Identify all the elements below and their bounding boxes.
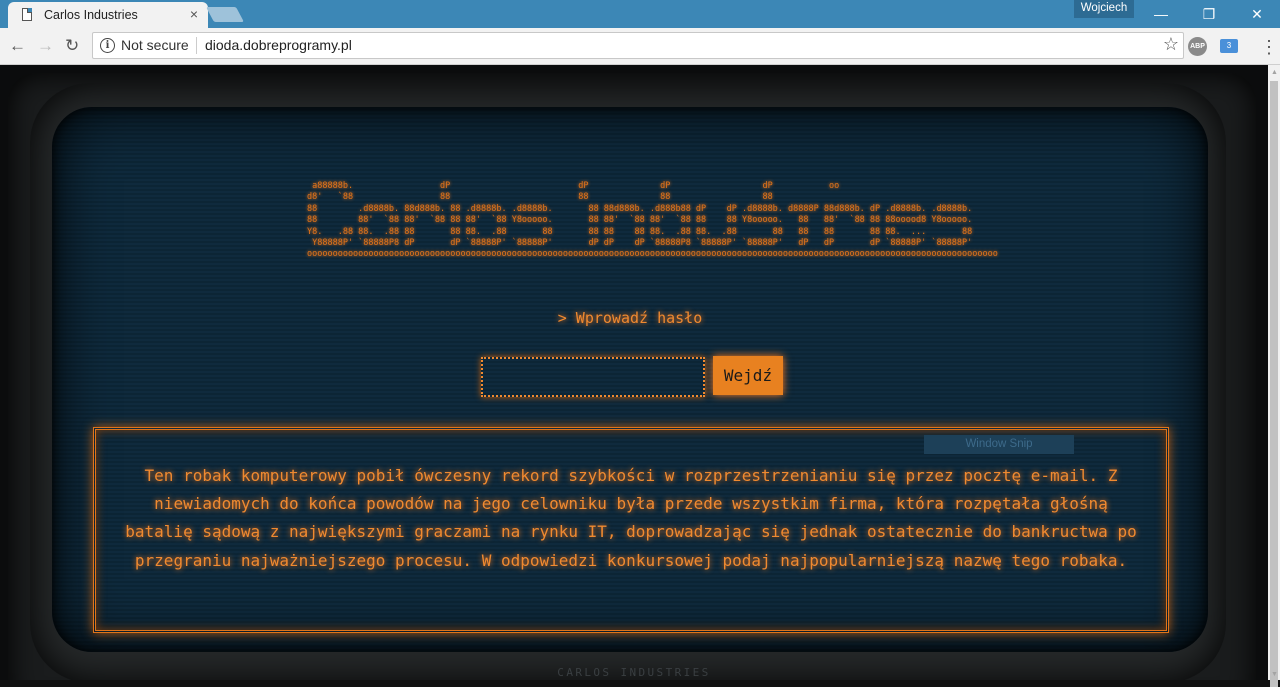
- restore-icon[interactable]: ❐: [1186, 2, 1232, 26]
- kebab-menu-icon[interactable]: ⋮: [1260, 37, 1278, 58]
- browser-toolbar: ← → ↻ i Not secure dioda.dobreprogramy.p…: [0, 28, 1280, 65]
- page-viewport: a88888b. dP dP dP dP oo d8' `88 88 88 88…: [0, 65, 1268, 680]
- minimize-icon[interactable]: —: [1138, 2, 1184, 26]
- reload-icon[interactable]: ↻: [65, 36, 79, 56]
- close-window-icon[interactable]: ✕: [1234, 2, 1280, 26]
- back-arrow-icon[interactable]: ←: [9, 36, 26, 56]
- tab-title: Carlos Industries: [44, 8, 138, 22]
- crt-screen: a88888b. dP dP dP dP oo d8' `88 88 88 88…: [52, 107, 1208, 652]
- footer-brand: CARLOS INDUSTRIES: [557, 666, 711, 679]
- scrollbar-thumb[interactable]: [1270, 81, 1278, 687]
- info-icon[interactable]: i: [100, 38, 115, 53]
- riddle-box: Window Snip Ten robak komputerowy pobił …: [93, 427, 1169, 633]
- security-label[interactable]: Not secure: [121, 37, 189, 53]
- enter-button[interactable]: Wejdź: [713, 356, 783, 395]
- scroll-up-icon[interactable]: ▲: [1271, 69, 1278, 76]
- divider: [196, 37, 197, 54]
- address-bar[interactable]: i Not secure dioda.dobreprogramy.pl ☆: [92, 32, 1184, 59]
- tab-carlos-industries[interactable]: Carlos Industries ×: [8, 2, 208, 28]
- password-prompt: > Wprowadź hasło: [557, 309, 703, 327]
- adblock-extension-icon[interactable]: ABP: [1188, 37, 1207, 56]
- page-icon: [22, 8, 32, 21]
- password-input[interactable]: [481, 357, 705, 397]
- star-icon[interactable]: ☆: [1163, 34, 1179, 55]
- riddle-text: Ten robak komputerowy pobił ówczesny rek…: [125, 466, 1137, 570]
- extension-icon[interactable]: 3: [1220, 39, 1238, 53]
- profile-badge[interactable]: Wojciech: [1074, 0, 1134, 18]
- page-scrollbar[interactable]: ▲ ▼: [1268, 65, 1280, 687]
- window-snip-overlay: Window Snip: [924, 435, 1074, 454]
- scroll-down-icon[interactable]: ▼: [1271, 671, 1278, 678]
- url-text[interactable]: dioda.dobreprogramy.pl: [205, 37, 352, 53]
- ascii-logo: a88888b. dP dP dP dP oo d8' `88 88 88 88…: [307, 181, 998, 260]
- new-tab-button[interactable]: [206, 7, 244, 22]
- browser-titlebar: Carlos Industries × Wojciech — ❐ ✕: [0, 0, 1280, 28]
- tab-close-icon[interactable]: ×: [190, 6, 198, 22]
- forward-arrow-icon[interactable]: →: [37, 36, 54, 56]
